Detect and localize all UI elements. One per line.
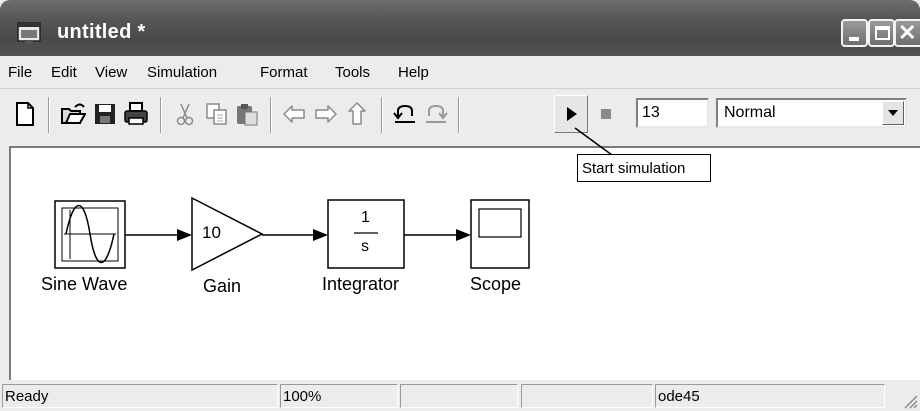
sine-wave-block[interactable] [54, 200, 126, 269]
status-empty-1 [400, 384, 518, 408]
block-diagram [54, 127, 613, 272]
sine-wave-label: Sine Wave [41, 274, 128, 294]
status-bar: Ready 100% ode45 [0, 380, 920, 411]
scope-block[interactable] [470, 199, 530, 269]
integrator-numerator: 1 [361, 209, 370, 226]
gain-label: Gain [203, 276, 242, 296]
status-solver: ode45 [655, 384, 885, 408]
status-zoom: 100% [280, 384, 398, 408]
gain-value: 10 [202, 223, 221, 242]
signal-lines [125, 229, 471, 241]
start-simulation-tooltip: Start simulation [577, 154, 711, 182]
tooltip-pointer [574, 127, 613, 156]
model-window: untitled * ✕ File Edit View Simulation F… [0, 0, 920, 411]
status-state: Ready [2, 384, 278, 408]
resize-grip-icon[interactable] [902, 393, 918, 409]
integrator-denominator: s [361, 238, 369, 255]
integrator-label: Integrator [322, 274, 400, 294]
status-empty-2 [521, 384, 653, 408]
scope-label: Scope [470, 274, 522, 294]
